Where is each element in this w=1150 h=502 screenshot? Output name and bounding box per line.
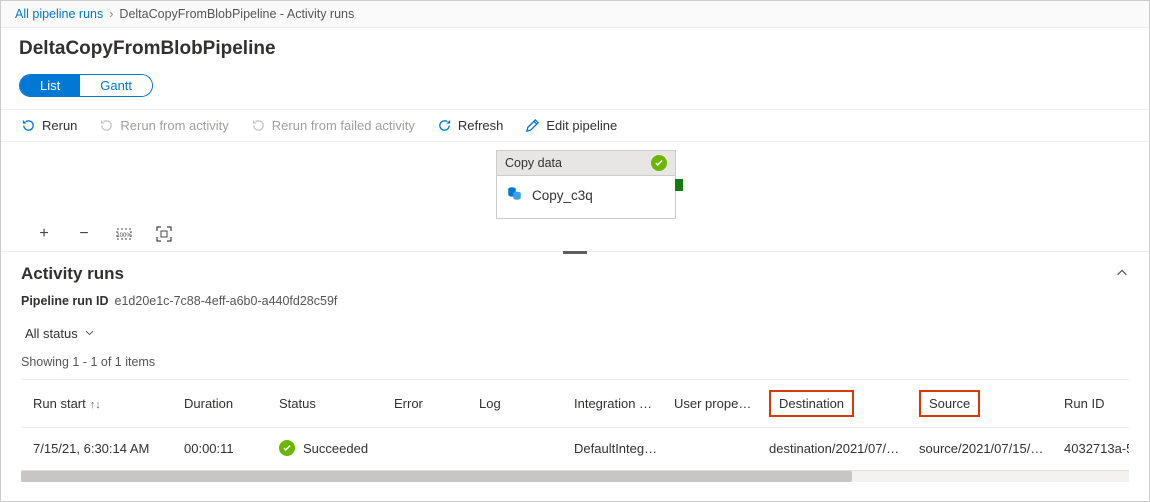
col-user-properties[interactable]: User proper… <box>666 380 761 428</box>
activity-runs-table: Run start↑↓ Duration Status Error Log In… <box>21 379 1129 468</box>
tab-gantt[interactable]: Gantt <box>80 75 152 96</box>
success-icon <box>279 440 295 456</box>
col-integration[interactable]: Integration … <box>566 380 666 428</box>
breadcrumb-current: DeltaCopyFromBlobPipeline - Activity run… <box>119 7 354 21</box>
zoom-out-button[interactable]: − <box>75 225 93 243</box>
activity-node[interactable]: Copy data Copy_c3q <box>496 150 676 219</box>
refresh-button[interactable]: Refresh <box>437 118 504 133</box>
col-run-id[interactable]: Run ID <box>1056 380 1129 428</box>
zoom-in-button[interactable]: + <box>35 225 53 243</box>
zoom-fit-button[interactable] <box>155 225 173 243</box>
col-error[interactable]: Error <box>386 380 471 428</box>
result-count: Showing 1 - 1 of 1 items <box>21 355 1129 369</box>
activity-runs-panel: Activity runs Pipeline run ID e1d20e1c-7… <box>1 252 1149 482</box>
node-type-label: Copy data <box>505 156 562 170</box>
cell-duration: 00:00:11 <box>176 428 271 469</box>
edit-icon <box>525 118 540 133</box>
cell-integration: DefaultIntegrati <box>566 428 666 469</box>
refresh-label: Refresh <box>458 118 504 133</box>
node-output-handle[interactable] <box>675 179 683 191</box>
view-toggle: List Gantt <box>19 74 153 97</box>
cell-destination: destination/2021/07/15/06/ <box>761 428 911 469</box>
rerun-from-failed-button: Rerun from failed activity <box>251 118 415 133</box>
col-duration[interactable]: Duration <box>176 380 271 428</box>
database-icon <box>507 186 522 204</box>
status-filter-dropdown[interactable]: All status <box>21 324 99 343</box>
horizontal-scrollbar[interactable] <box>21 470 1129 482</box>
col-destination[interactable]: Destination <box>761 380 911 428</box>
status-filter-label: All status <box>25 326 78 341</box>
pipeline-canvas[interactable]: Copy data Copy_c3q + − 100% <box>1 142 1149 252</box>
page-title: DeltaCopyFromBlobPipeline <box>1 28 1149 64</box>
tab-list[interactable]: List <box>20 75 80 96</box>
col-log[interactable]: Log <box>471 380 566 428</box>
collapse-panel-button[interactable] <box>1115 266 1129 283</box>
rerun-activity-icon <box>99 118 114 133</box>
zoom-reset-button[interactable]: 100% <box>115 225 133 243</box>
rerun-icon <box>21 118 36 133</box>
rerun-activity-label: Rerun from activity <box>120 118 228 133</box>
cell-run-start: 7/15/21, 6:30:14 AM <box>21 428 176 469</box>
pipeline-run-id-value: e1d20e1c-7c88-4eff-a6b0-a440fd28c59f <box>115 294 338 308</box>
canvas-controls: + − 100% <box>35 225 173 243</box>
cell-error <box>386 428 471 469</box>
rerun-failed-label: Rerun from failed activity <box>272 118 415 133</box>
refresh-icon <box>437 118 452 133</box>
cell-source: source/2021/07/15/06/ <box>911 428 1056 469</box>
col-status[interactable]: Status <box>271 380 386 428</box>
rerun-from-activity-button: Rerun from activity <box>99 118 228 133</box>
breadcrumb-root-link[interactable]: All pipeline runs <box>15 7 103 21</box>
cell-status: Succeeded <box>271 428 386 469</box>
col-run-start[interactable]: Run start↑↓ <box>21 380 176 428</box>
edit-pipeline-button[interactable]: Edit pipeline <box>525 118 617 133</box>
cell-log <box>471 428 566 469</box>
toolbar: Rerun Rerun from activity Rerun from fai… <box>1 109 1149 142</box>
chevron-right-icon: › <box>109 7 113 21</box>
rerun-failed-icon <box>251 118 266 133</box>
breadcrumb: All pipeline runs › DeltaCopyFromBlobPip… <box>1 1 1149 28</box>
svg-text:100%: 100% <box>116 233 132 239</box>
edit-label: Edit pipeline <box>546 118 617 133</box>
sort-icon: ↑↓ <box>90 399 101 411</box>
cell-run-id: 4032713a-59e0-41 <box>1056 428 1129 469</box>
table-header-row: Run start↑↓ Duration Status Error Log In… <box>21 380 1129 428</box>
success-icon <box>651 155 667 171</box>
col-source[interactable]: Source <box>911 380 1056 428</box>
table-row[interactable]: 7/15/21, 6:30:14 AM 00:00:11 Succeeded D… <box>21 428 1129 469</box>
panel-title: Activity runs <box>21 264 124 284</box>
pipeline-run-id-label: Pipeline run ID <box>21 294 109 308</box>
node-name: Copy_c3q <box>532 188 593 203</box>
chevron-down-icon <box>84 326 95 341</box>
rerun-button[interactable]: Rerun <box>21 118 77 133</box>
rerun-label: Rerun <box>42 118 77 133</box>
cell-user-properties <box>666 428 761 469</box>
